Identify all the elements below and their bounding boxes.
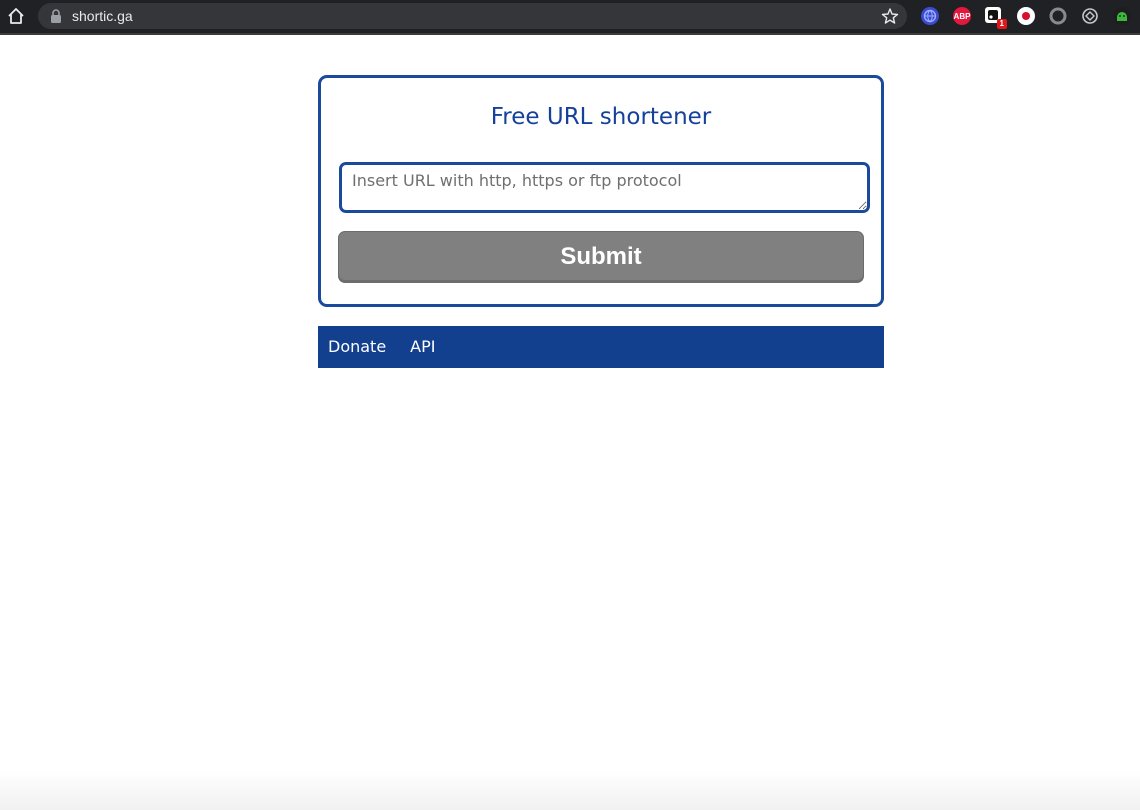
home-button[interactable]: [6, 6, 26, 26]
openai-extension-icon[interactable]: [1081, 7, 1099, 25]
android-extension-icon[interactable]: [1113, 7, 1131, 25]
api-link[interactable]: API: [410, 326, 435, 368]
page-bottom-edge: [0, 770, 1140, 810]
circle-extension-icon[interactable]: [1049, 7, 1067, 25]
adblock-plus-icon[interactable]: ABP: [953, 7, 971, 25]
url-input[interactable]: [339, 162, 870, 213]
home-icon: [8, 8, 24, 24]
browser-toolbar: shortic.ga ABP 1: [0, 0, 1140, 35]
extension-badge-count: 1: [996, 19, 1007, 29]
address-bar-url: shortic.ga: [72, 8, 133, 24]
shortener-form-card: Free URL shortener Submit: [318, 75, 884, 307]
donate-link[interactable]: Donate: [328, 326, 386, 368]
badge-extension-icon[interactable]: 1: [985, 7, 1007, 29]
adblock-plus-label: ABP: [953, 11, 971, 21]
record-extension-icon[interactable]: [1017, 7, 1035, 25]
bookmark-star-icon[interactable]: [881, 7, 899, 25]
page-title: Free URL shortener: [490, 104, 712, 130]
address-bar[interactable]: shortic.ga: [38, 3, 907, 29]
lock-icon: [51, 9, 61, 23]
submit-button[interactable]: Submit: [338, 231, 864, 283]
footer-nav: Donate API: [318, 326, 884, 368]
globe-extension-icon[interactable]: [921, 7, 939, 25]
